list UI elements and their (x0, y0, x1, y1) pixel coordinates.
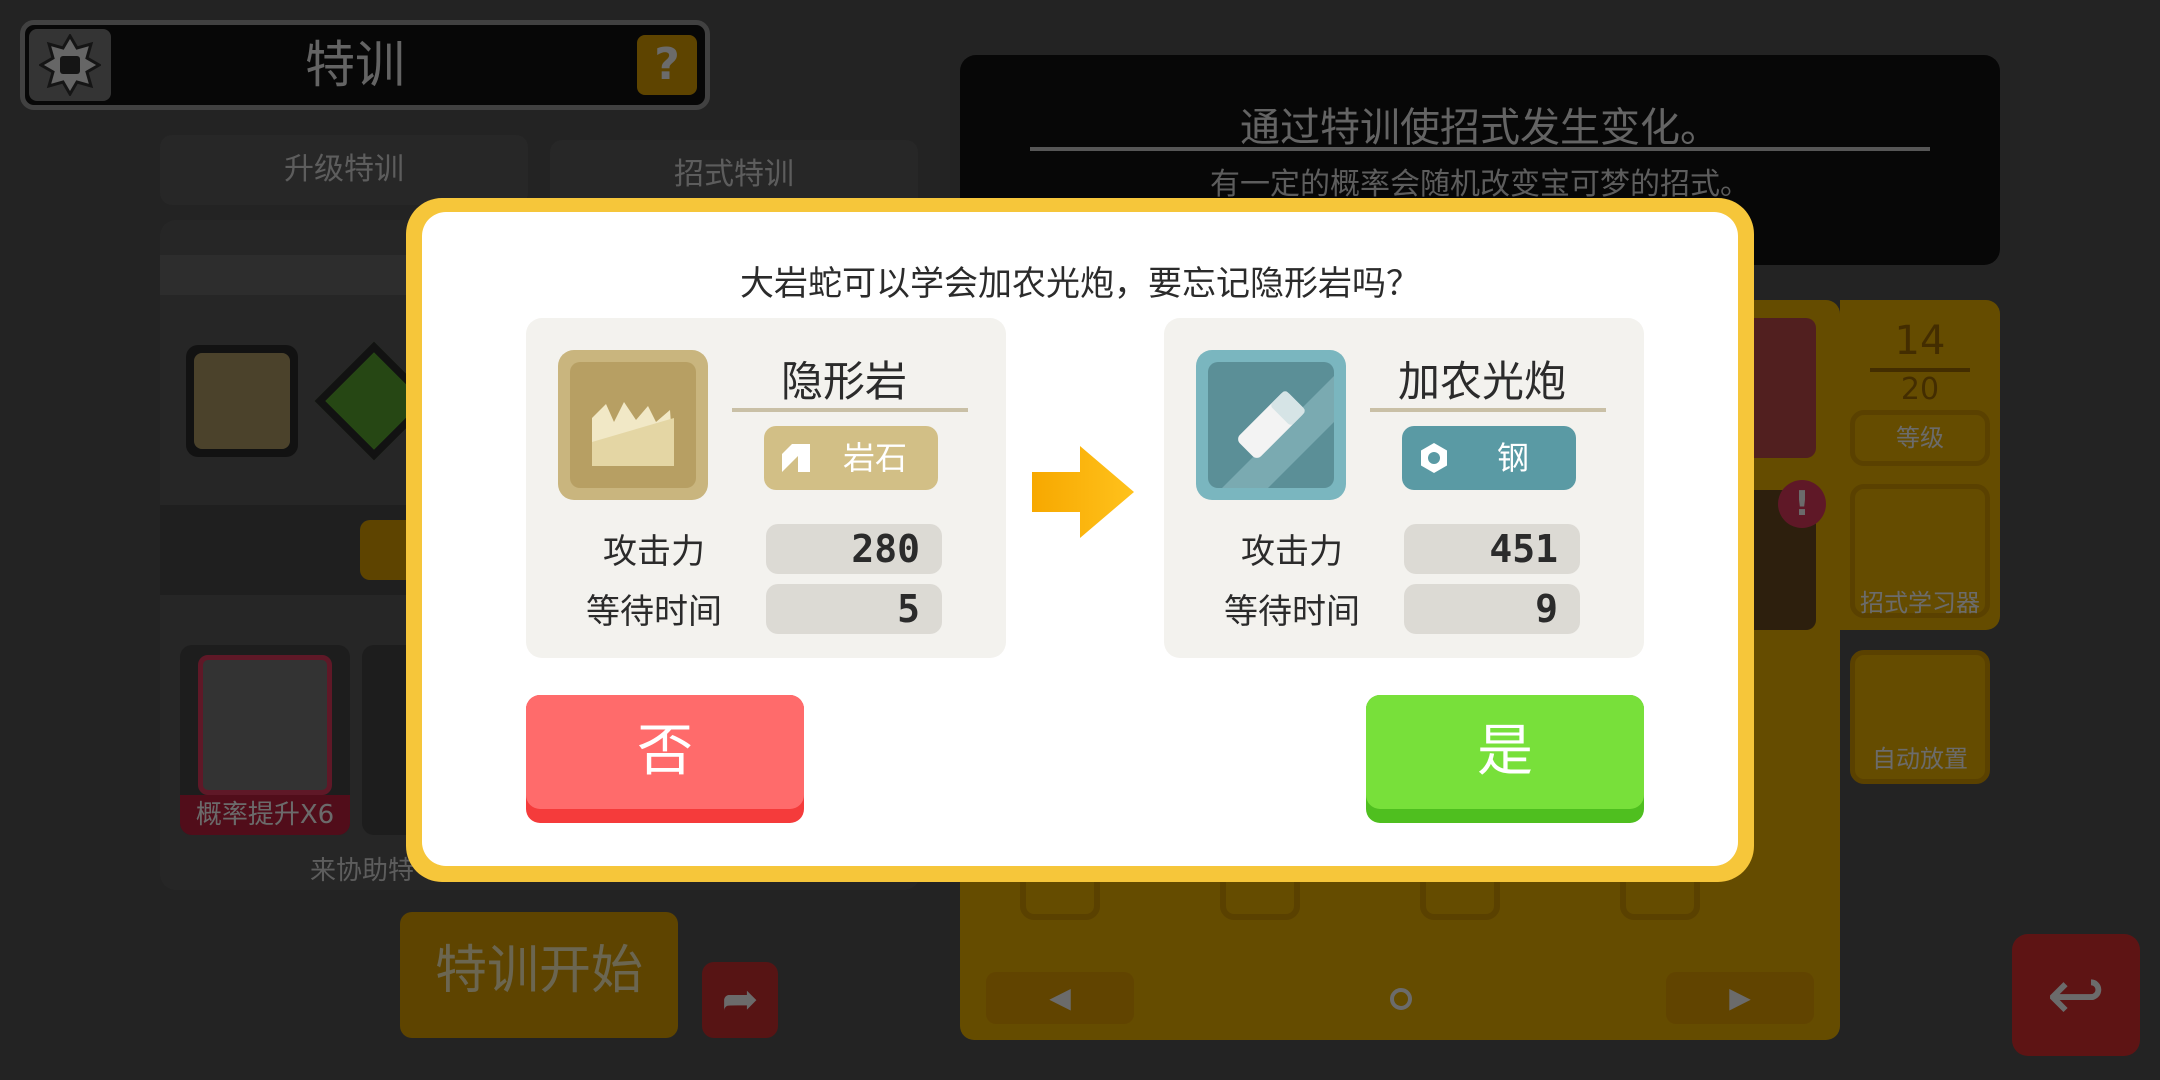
dialog-body: 大岩蛇可以学会加农光炮，要忘记隐形岩吗？ 隐形岩 岩石 攻击力 280 等待时间… (422, 212, 1738, 866)
new-move-type: 钢 (1496, 439, 1529, 477)
yes-button[interactable]: 是 (1366, 695, 1644, 823)
icon-inner (570, 362, 696, 488)
old-move-wait-time: 5 (766, 584, 942, 634)
attack-label: 攻击力 (1241, 532, 1343, 572)
auto-place-button[interactable]: 自动放置 (1850, 650, 1990, 784)
forget-move-dialog: 大岩蛇可以学会加农光炮，要忘记隐形岩吗？ 隐形岩 岩石 攻击力 280 等待时间… (406, 198, 1754, 882)
title-bar: 特训 ? (20, 20, 710, 110)
training-node[interactable] (186, 345, 298, 457)
icon-inner (1208, 362, 1334, 488)
next-page-button[interactable]: ▶ (1666, 972, 1814, 1024)
yes-button-label: 是 (1366, 695, 1644, 809)
move-learner-button[interactable]: 招式学习器 (1850, 484, 1990, 618)
share-button[interactable]: ➦ (702, 962, 778, 1038)
page-title: 特训 (305, 36, 405, 94)
no-button-label: 否 (526, 695, 804, 809)
new-move-name: 加农光炮 (1397, 357, 1566, 406)
attack-label: 攻击力 (603, 532, 705, 572)
tab-upgrade-training[interactable]: 升级特训 (160, 135, 528, 205)
back-button[interactable]: ↩ (2012, 934, 2140, 1056)
helper-pokemon-card[interactable]: 概率提升X6 (180, 645, 350, 835)
wait-time-label: 等待时间 (1224, 592, 1360, 632)
info-subtitle: 有一定的概率会随机改变宝可梦的招式。 (1210, 167, 1750, 202)
dialog-question: 大岩蛇可以学会加农光炮，要忘记隐形岩吗？ (740, 264, 1420, 304)
arrow-right-icon (1030, 442, 1140, 542)
no-button[interactable]: 否 (526, 695, 804, 823)
name-divider (732, 408, 968, 412)
flash-cannon-icon (1196, 350, 1346, 500)
name-divider (1370, 408, 1606, 412)
old-move-type-badge: 岩石 (764, 426, 938, 490)
page-indicator (1390, 988, 1412, 1010)
level-current: 14 (1894, 318, 1946, 364)
helper-badge: 概率提升X6 (180, 795, 350, 835)
settings-badge-icon[interactable] (29, 29, 111, 101)
steel-type-icon (1416, 440, 1452, 476)
info-divider (1030, 147, 1930, 151)
pokemon-avatar (198, 655, 332, 795)
prev-page-button[interactable]: ◀ (986, 972, 1134, 1024)
new-move-wait-time: 9 (1404, 584, 1580, 634)
wait-time-label: 等待时间 (586, 592, 722, 632)
old-move-attack: 280 (766, 524, 942, 574)
info-title: 通过特训使招式发生变化。 (1240, 105, 1720, 151)
alert-badge: ! (1778, 480, 1826, 528)
level-button[interactable]: 等级 (1850, 410, 1990, 466)
start-training-button[interactable]: 特训开始 (400, 912, 678, 1038)
rock-type-icon (778, 440, 814, 476)
old-move-type: 岩石 (842, 439, 907, 477)
new-move-card: 加农光炮 钢 攻击力 451 等待时间 9 (1164, 318, 1644, 658)
new-move-type-badge: 钢 (1402, 426, 1576, 490)
level-max: 20 (1870, 368, 1970, 407)
stealth-rock-icon (558, 350, 708, 500)
new-move-attack: 451 (1404, 524, 1580, 574)
old-move-card: 隐形岩 岩石 攻击力 280 等待时间 5 (526, 318, 1006, 658)
help-button[interactable]: ? (637, 35, 697, 95)
node-icon (194, 353, 290, 449)
old-move-name: 隐形岩 (780, 357, 907, 406)
